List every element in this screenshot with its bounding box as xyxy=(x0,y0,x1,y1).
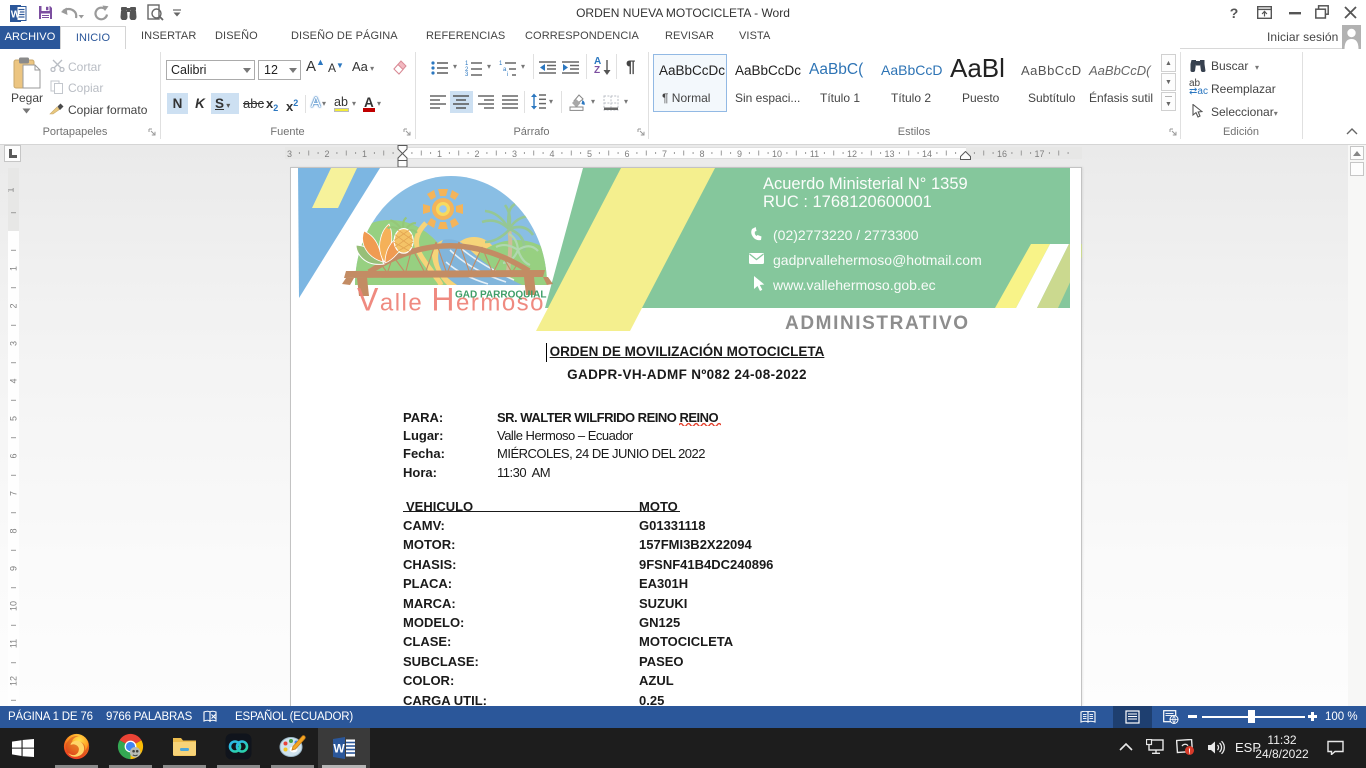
svg-text:2: 2 xyxy=(324,149,329,159)
svg-text:!: ! xyxy=(1188,749,1190,756)
svg-text:3: 3 xyxy=(9,341,19,346)
svg-text:ADMINISTRATIVO: ADMINISTRATIVO xyxy=(785,313,970,334)
svg-text:3: 3 xyxy=(465,72,469,76)
svg-text:5: 5 xyxy=(9,416,19,421)
svg-text:1: 1 xyxy=(362,149,367,159)
svg-text:9: 9 xyxy=(737,149,742,159)
svg-text:12: 12 xyxy=(847,149,857,159)
svg-text:7: 7 xyxy=(662,149,667,159)
svg-text:1: 1 xyxy=(437,149,442,159)
svg-text:10: 10 xyxy=(9,601,19,611)
svg-text:W: W xyxy=(333,742,345,756)
svg-text:gadprvallehermoso@hotmail.com: gadprvallehermoso@hotmail.com xyxy=(773,252,982,268)
svg-text:7: 7 xyxy=(9,491,19,496)
svg-text:RUC : 1768120600001: RUC : 1768120600001 xyxy=(763,193,932,211)
svg-text:6: 6 xyxy=(624,149,629,159)
svg-text:16: 16 xyxy=(997,149,1007,159)
svg-text:(02)2773220 / 2773300: (02)2773220 / 2773300 xyxy=(773,227,919,243)
svg-text:9: 9 xyxy=(9,566,19,571)
svg-text:13: 13 xyxy=(884,149,894,159)
svg-text:2: 2 xyxy=(9,303,19,308)
svg-text:10: 10 xyxy=(772,149,782,159)
svg-text:2: 2 xyxy=(474,149,479,159)
svg-text:GAD PARROQUIAL: GAD PARROQUIAL xyxy=(455,290,546,301)
svg-text:12: 12 xyxy=(9,676,19,686)
svg-text:1: 1 xyxy=(8,187,16,192)
svg-text:3: 3 xyxy=(287,149,292,159)
svg-text:i: i xyxy=(507,72,508,76)
svg-text:17: 17 xyxy=(1034,149,1044,159)
svg-text:14: 14 xyxy=(922,149,932,159)
svg-text:4: 4 xyxy=(549,149,554,159)
svg-text:6: 6 xyxy=(9,453,19,458)
svg-text:www.vallehermoso.gob.ec: www.vallehermoso.gob.ec xyxy=(772,277,936,293)
svg-text:11: 11 xyxy=(9,639,19,648)
svg-text:8: 8 xyxy=(9,528,19,533)
svg-text:11: 11 xyxy=(810,149,819,159)
svg-text:4: 4 xyxy=(9,378,19,383)
svg-text:3: 3 xyxy=(512,149,517,159)
svg-text:5: 5 xyxy=(587,149,592,159)
svg-text:Acuerdo Ministerial N° 1359: Acuerdo Ministerial N° 1359 xyxy=(763,175,968,193)
svg-text:8: 8 xyxy=(699,149,704,159)
svg-text:1: 1 xyxy=(9,266,19,271)
